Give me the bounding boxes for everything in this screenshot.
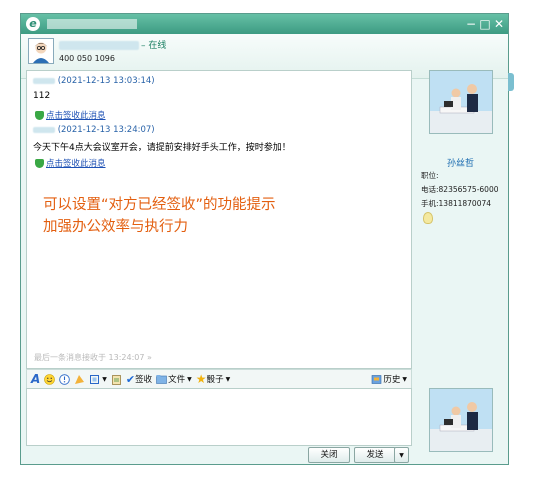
folder-icon [156, 375, 167, 384]
title-bar[interactable]: e − □ ✕ [21, 14, 508, 34]
close-window-button[interactable]: ✕ [492, 16, 506, 32]
clipboard-icon [112, 374, 121, 385]
feature-caption-line1: 可以设置“对方已经签收”的功能提示 [43, 197, 276, 213]
dice-label: 骰子 [206, 375, 224, 385]
chevron-down-icon: ▼ [187, 375, 192, 383]
profile-name: 孙丝哲 [447, 159, 475, 169]
contact-name-redacted [59, 41, 139, 50]
sign-receipt-link[interactable]: 点击签收此消息 [35, 157, 106, 169]
smiley-icon [44, 373, 56, 385]
feature-caption: 可以设置“对方已经签收”的功能提示 加强办公效率与执行力 [43, 194, 276, 238]
send-button[interactable]: 发送 [354, 447, 396, 463]
close-button[interactable]: 关闭 [308, 447, 350, 463]
send-options-button[interactable]: ▼ [394, 447, 409, 463]
last-received-note: 最后一条消息接收于 13:24:07 » [34, 353, 152, 362]
message-header: (2021-12-13 13:24:07) [33, 125, 155, 135]
sign-receipt-toggle[interactable]: ✔ 签收 [126, 373, 152, 386]
scissors-icon [90, 374, 100, 384]
profile-title: 职位: [421, 171, 439, 180]
shield-check-icon [35, 110, 44, 120]
dice-button[interactable]: ★ 骰子 ▼ [196, 372, 230, 386]
sender-name-redacted [33, 77, 55, 84]
shake-button[interactable] [59, 373, 71, 385]
clipboard-button[interactable] [111, 374, 122, 385]
sign-receipt-label: 点击签收此消息 [46, 159, 106, 169]
minimize-icon: − [465, 17, 477, 31]
history-icon [372, 374, 382, 384]
app-logo-icon: e [26, 17, 40, 31]
chat-window: e − □ ✕ – 在线 400 050 1096 (2021-12-13 13… [20, 13, 509, 465]
file-label: 文件 [168, 375, 186, 385]
profile-mobile: 手机:13811870074 [421, 199, 492, 208]
maximize-icon: □ [479, 17, 491, 31]
font-button[interactable]: A [31, 372, 40, 386]
message-timestamp: (2021-12-13 13:03:14) [57, 76, 155, 86]
message-history[interactable]: (2021-12-13 13:03:14) 112 点击签收此消息 (2021-… [26, 70, 412, 369]
message-text: 今天下午4点大会议室开会，请提前安排好手头工作，按时参加！ [33, 143, 291, 153]
feature-caption-line2: 加强办公效率与执行力 [43, 219, 188, 235]
message-text: 112 [33, 91, 51, 101]
window-title-redacted [47, 19, 137, 29]
image-button[interactable] [74, 374, 85, 385]
shake-icon [59, 373, 71, 385]
sign-label: 签收 [135, 375, 153, 385]
sidebar-collapse-tab[interactable] [508, 73, 514, 91]
profile-phone: 电话:82356575-6000 [421, 185, 499, 194]
contact-avatar[interactable] [28, 38, 54, 64]
lightbulb-icon[interactable] [423, 212, 433, 224]
history-button[interactable]: 历史 ▼ [371, 373, 407, 385]
minimize-button[interactable]: − [464, 16, 478, 32]
chevron-down-icon: ▼ [225, 375, 231, 383]
message-timestamp: (2021-12-13 13:24:07) [57, 125, 155, 135]
image-icon [75, 374, 85, 384]
message-header: (2021-12-13 13:03:14) [33, 76, 155, 86]
online-status: – 在线 [141, 41, 167, 51]
file-button[interactable]: 文件 ▼ [156, 373, 192, 385]
sign-receipt-link[interactable]: 点击签收此消息 [35, 109, 106, 121]
star-icon: ★ [195, 372, 207, 386]
contact-sidebar: 孙丝哲 职位: 电话:82356575-6000 手机:13811870074 [421, 70, 503, 460]
contact-photo[interactable] [429, 70, 493, 134]
message-input[interactable] [26, 388, 412, 446]
emoji-button[interactable] [44, 373, 56, 385]
sender-name-redacted [33, 126, 55, 133]
close-icon: ✕ [493, 17, 505, 31]
self-photo[interactable] [429, 388, 493, 452]
history-label: 历史 [383, 375, 401, 385]
chevron-down-icon: ▼ [399, 452, 404, 459]
shield-check-icon [35, 158, 44, 168]
font-icon: A [31, 372, 41, 386]
contact-id: 400 050 1096 [59, 54, 115, 63]
screenshot-button[interactable]: ▼ [89, 374, 107, 385]
input-toolbar: A ▼ ✔ 签收 文件 ▼ ★ 骰子 ▼ 历史 ▼ [26, 369, 412, 389]
chevron-down-icon: ▼ [402, 375, 407, 383]
maximize-button[interactable]: □ [478, 16, 492, 32]
chevron-down-icon: ▼ [102, 375, 107, 383]
sign-receipt-label: 点击签收此消息 [46, 111, 106, 121]
checkmark-icon: ✔ [125, 372, 136, 386]
